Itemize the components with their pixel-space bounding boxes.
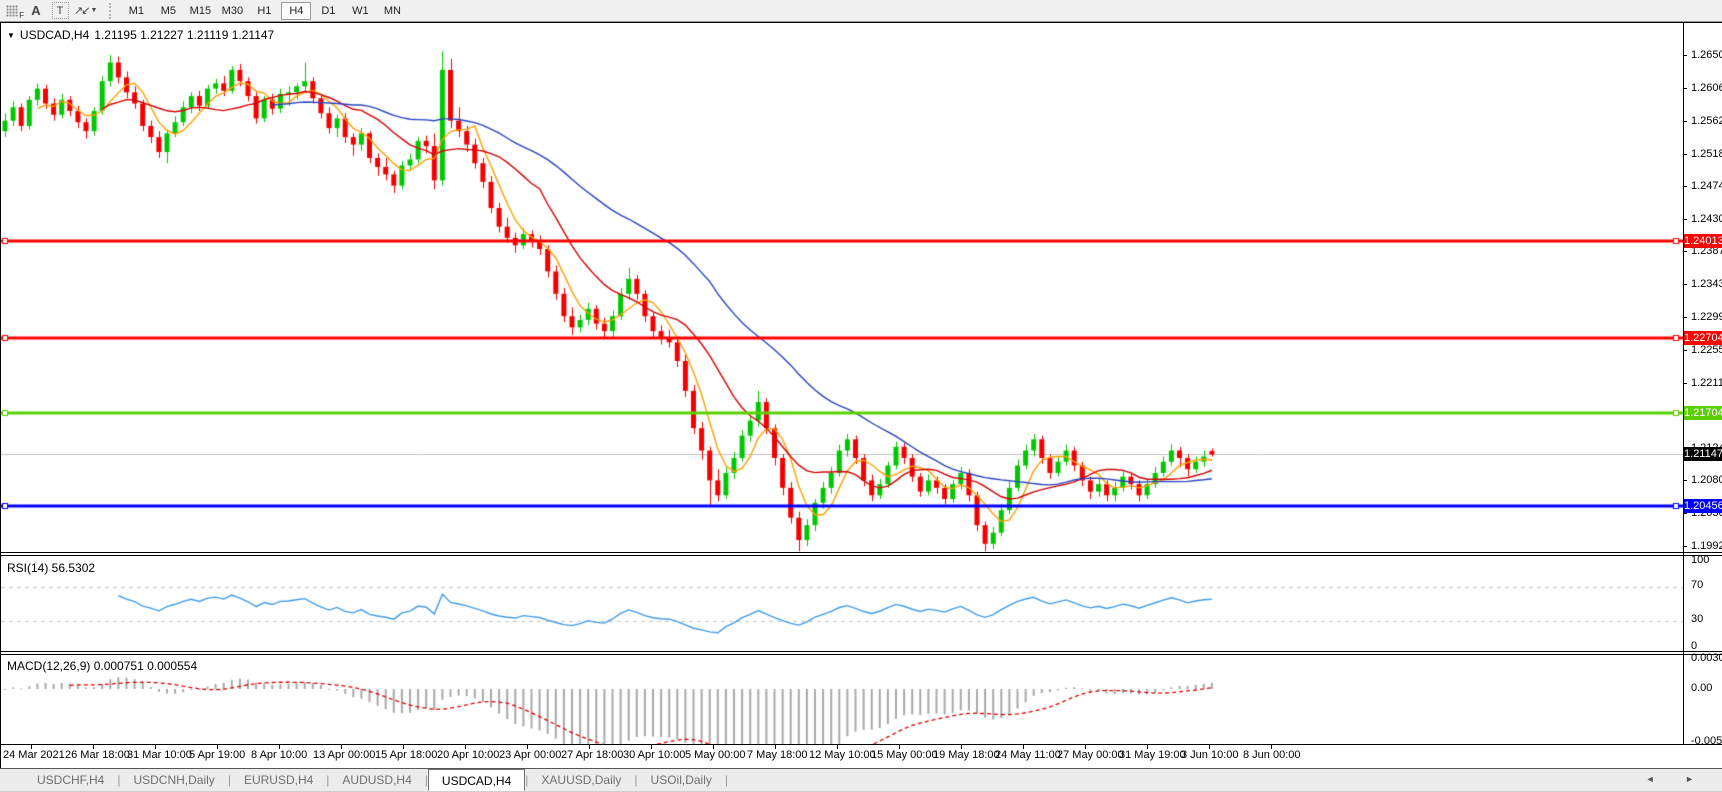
macd-axis-label: 0.003035 [1691,652,1722,664]
chart-area: ▼ USDCAD,H4 1.21195 1.21227 1.21119 1.21… [0,22,1722,769]
timeframe-button-H4[interactable]: H4 [281,1,312,20]
price-axis-tick: 1.22110 [1683,377,1722,389]
price-axis-tick: 1.23430 [1683,278,1722,290]
time-axis-label: 5 Apr 19:00 [189,749,246,761]
time-axis-label: 12 May 10:00 [809,749,876,761]
price-chart-canvas[interactable] [1,23,1683,552]
tab-separator: | [724,773,728,787]
time-axis-label: 27 Apr 18:00 [561,749,624,761]
timeframe-button-M30[interactable]: M30 [217,2,247,20]
symbol-name: USDCAD,H4 [19,28,90,42]
chart-tab-usdcnh-daily[interactable]: USDCNH,Daily [120,769,227,791]
dropdown-caret-icon[interactable]: ▼ [90,7,97,14]
timeframe-button-D1[interactable]: D1 [313,2,343,20]
time-axis-label: 15 Apr 18:00 [375,749,438,761]
chart-tab-xauusd-daily[interactable]: XAUUSD,Daily [528,769,634,791]
timeframe-button-M15[interactable]: M15 [185,2,215,20]
ohlc-values: 1.21195 1.21227 1.21119 1.21147 [94,28,275,42]
timeframe-button-M5[interactable]: M5 [153,2,183,20]
rsi-axis-label: 100 [1691,554,1710,566]
price-axis-tick: 1.25180 [1683,148,1722,160]
time-axis-label: 15 May 00:00 [871,749,938,761]
price-axis-tick: 1.24740 [1683,180,1722,192]
chart-tab-usoil-daily[interactable]: USOil,Daily [638,769,725,791]
time-axis-label: 13 Apr 00:00 [313,749,376,761]
price-axis-tick: 1.26060 [1683,82,1722,94]
time-axis-label: 24 Mar 2021 [3,749,65,761]
timeframe-button-H1[interactable]: H1 [249,2,279,20]
time-axis-label: 23 Apr 00:00 [499,749,562,761]
time-axis-label: 8 Apr 10:00 [251,749,308,761]
macd-canvas[interactable] [1,655,1683,744]
hline-price-badge: 1.22704 [1684,331,1722,345]
hline-price-badge: 1.24013 [1684,234,1722,248]
current-price-badge: 1.21147 [1684,447,1722,461]
time-axis-label: 31 Mar 10:00 [127,749,192,761]
rsi-canvas[interactable] [1,556,1683,651]
time-axis-label: 26 Mar 18:00 [65,749,130,761]
time-axis-label: 30 Apr 10:00 [623,749,686,761]
time-axis-label: 31 May 19:00 [1119,749,1186,761]
price-axis-tick: 1.26500 [1683,49,1722,61]
rsi-indicator-label: RSI(14) 56.5302 [7,561,96,575]
time-axis-label: 8 Jun 00:00 [1243,749,1301,761]
time-axis-label: 20 Apr 10:00 [437,749,500,761]
time-axis-label: 24 May 11:00 [995,749,1061,761]
time-axis-label: 3 Jun 10:00 [1181,749,1239,761]
time-axis[interactable]: 24 Mar 2021 26 Mar 18:00 31 Mar 10:00 5 Apr… [1,745,1722,768]
time-axis-label: 19 May 18:00 [933,749,1000,761]
rsi-axis-label: 30 [1691,613,1704,625]
time-axis-label: 5 May 00:00 [685,749,746,761]
toolbar-gripper[interactable] [109,2,114,19]
chart-tab-bar: USDCHF,H4 | USDCNH,Daily | EURUSD,H4 | AUDUSD,… [0,768,1722,792]
price-axis-tick: 1.19920 [1683,540,1722,552]
symbol-dropdown-icon[interactable]: ▼ [7,31,15,40]
top-toolbar: F A T ↗↙ ▼ M1 M5 M15 M30 H1 H4 D1 W1 MN [0,0,1722,22]
timeframe-button-group: M1 M5 M15 M30 H1 H4 D1 W1 MN [120,1,408,20]
chart-grid-icon[interactable]: F [2,2,24,20]
price-axis-tick: 1.22990 [1683,311,1722,323]
chart-tab-eurusd-h4[interactable]: EURUSD,H4 [231,769,326,791]
tab-scroll-arrows[interactable]: ◄ ► [1646,774,1708,784]
text-box-icon[interactable]: T [50,2,70,20]
rsi-axis-label: 0 [1691,640,1698,652]
chart-tab-audusd-h4[interactable]: AUDUSD,H4 [329,769,424,791]
timeframe-button-MN[interactable]: MN [377,2,407,20]
timeframe-button-W1[interactable]: W1 [345,2,375,20]
text-label-icon[interactable]: A [26,2,46,20]
hline-price-badge: 1.21704 [1684,406,1722,420]
time-axis-label: 7 May 18:00 [747,749,808,761]
rsi-axis-label: 70 [1691,579,1704,591]
mt4-application: F A T ↗↙ ▼ M1 M5 M15 M30 H1 H4 D1 W1 MN ▼ USDCAD,… [0,0,1722,792]
time-axis-label: 27 May 00:00 [1057,749,1124,761]
price-axis-tick: 1.25620 [1683,115,1722,127]
chart-tab-usdchf-h4[interactable]: USDCHF,H4 [24,769,117,791]
macd-axis-label: 0.00 [1691,682,1713,694]
price-axis-tick: 1.22550 [1683,344,1722,356]
arrows-tool-icon[interactable]: ↗↙ ▼ [74,2,97,20]
macd-indicator-label: MACD(12,26,9) 0.000751 0.000554 [7,659,198,673]
price-axis-tick: 1.24300 [1683,213,1722,225]
symbol-ohlc-label: ▼ USDCAD,H4 1.21195 1.21227 1.21119 1.21… [7,28,274,42]
chart-tab-usdcad-h4[interactable]: USDCAD,H4 [427,768,526,791]
price-axis-tick: 1.20800 [1683,474,1722,486]
timeframe-button-M1[interactable]: M1 [121,2,151,20]
hline-price-badge: 1.20456 [1684,499,1722,513]
